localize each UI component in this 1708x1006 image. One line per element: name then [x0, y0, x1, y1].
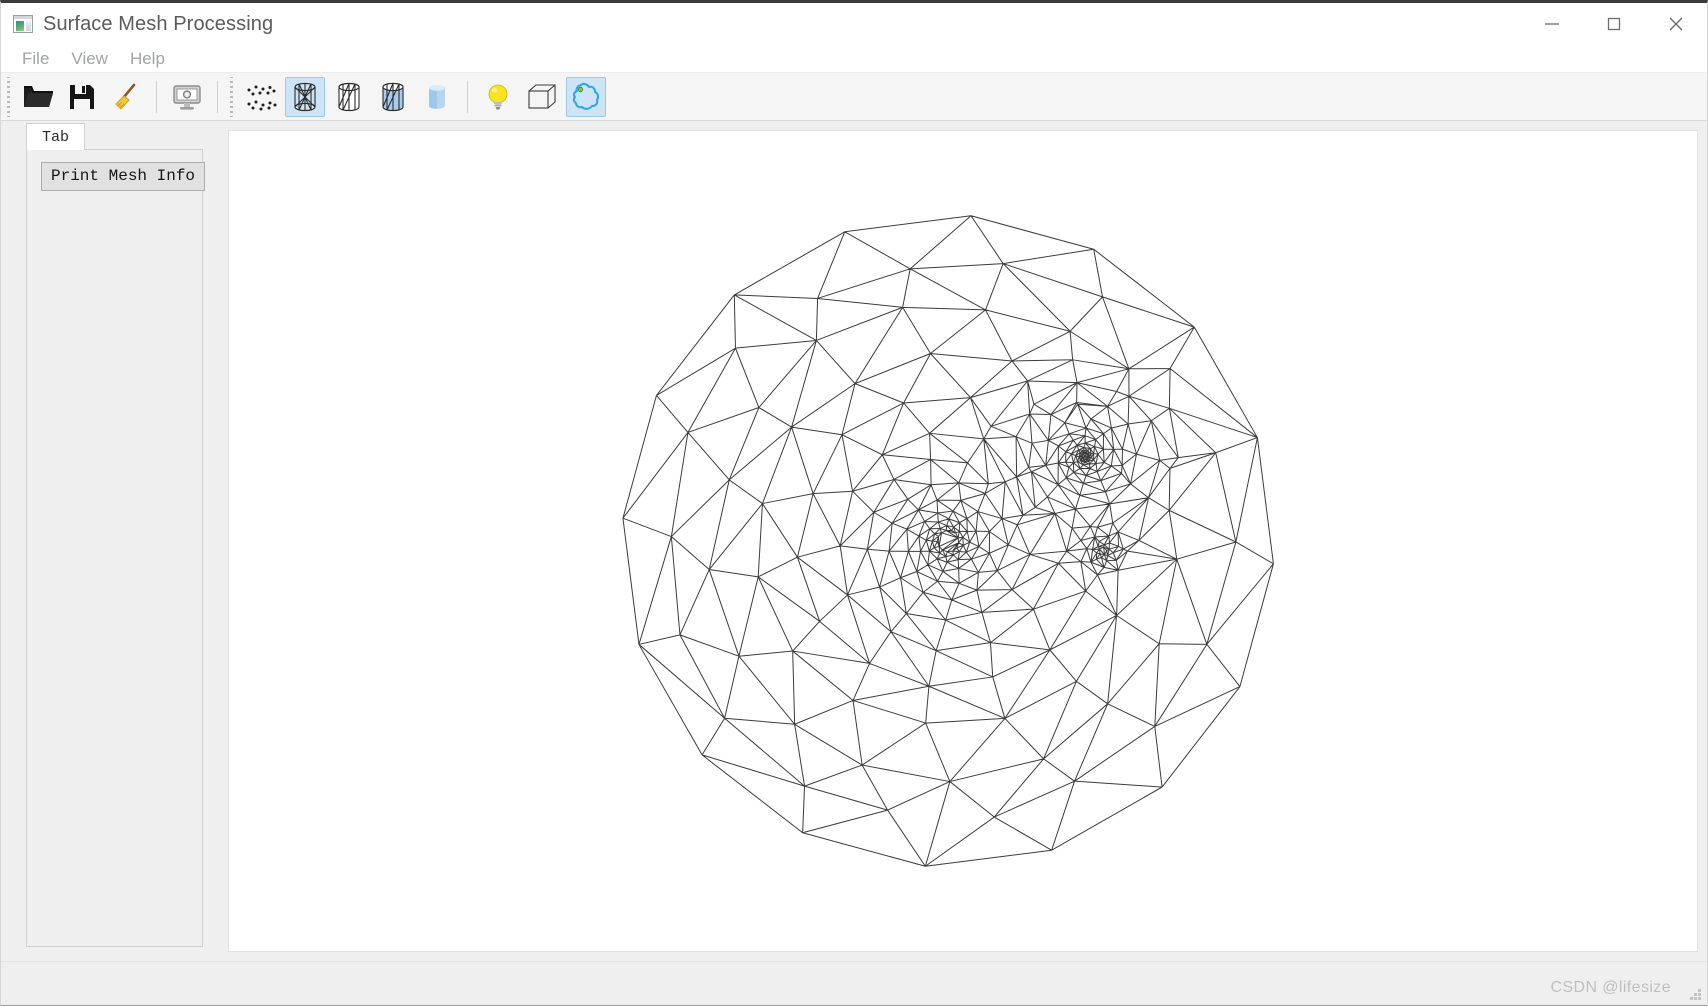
close-button[interactable]: [1645, 3, 1707, 45]
toolbar-grip-handle-2[interactable]: [228, 76, 236, 117]
app-window-icon: [13, 15, 33, 33]
lighting-button[interactable]: [478, 77, 518, 117]
toolbar-separator: [467, 80, 468, 113]
resize-grip[interactable]: [1687, 986, 1701, 1000]
maximize-button[interactable]: [1583, 3, 1645, 45]
watermark-label: CSDN @lifesize: [1550, 979, 1671, 996]
mesh-viewport[interactable]: [228, 130, 1698, 952]
boundary-button[interactable]: [566, 76, 606, 117]
clear-button[interactable]: [106, 77, 146, 117]
solid-wireframe-icon: [382, 82, 404, 111]
tab-panel-main: Print Mesh Info: [26, 149, 206, 947]
print-mesh-info-button[interactable]: Print Mesh Info: [41, 162, 206, 192]
bounding-box-button[interactable]: [522, 77, 562, 117]
toolbar-separator: [217, 80, 218, 113]
main-toolbar: [1, 73, 1707, 121]
minimize-icon: [1545, 23, 1559, 25]
open-folder-icon: [24, 85, 53, 107]
main-body: Tab Print Mesh Info: [1, 121, 1707, 961]
hidden-line-button[interactable]: [329, 77, 369, 117]
wireframe-solid-icon: [294, 82, 316, 111]
solid-wireframe-button[interactable]: [373, 77, 413, 117]
title-bar: Surface Mesh Processing: [1, 3, 1707, 45]
lightbulb-icon: [488, 84, 508, 110]
toolbar-grip-handle[interactable]: [5, 76, 13, 117]
status-bar: CSDN @lifesize: [1, 961, 1707, 1005]
boundary-contour-icon: [572, 82, 600, 110]
application-window: Surface Mesh Processing File View Help T…: [0, 0, 1708, 1006]
flat-shading-button[interactable]: [417, 77, 457, 117]
tab-widget: Tab Print Mesh Info: [26, 123, 206, 947]
tab-main[interactable]: Tab: [26, 123, 85, 150]
menu-view[interactable]: View: [60, 47, 119, 71]
bounding-box-icon: [528, 83, 556, 109]
menu-bar: File View Help: [1, 45, 1707, 73]
hidden-line-icon: [338, 82, 360, 111]
points-cloud-icon: [247, 85, 277, 110]
snapshot-button[interactable]: [167, 77, 207, 117]
mesh-wireframe-render: [241, 131, 1685, 951]
menu-help[interactable]: Help: [119, 47, 176, 71]
menu-file[interactable]: File: [11, 47, 60, 71]
tab-main-label: Tab: [41, 128, 69, 146]
minimize-button[interactable]: [1521, 3, 1583, 45]
window-title: Surface Mesh Processing: [43, 12, 274, 35]
clear-broom-icon: [115, 83, 136, 110]
tab-strip: Tab: [26, 123, 203, 150]
maximize-icon: [1607, 17, 1621, 31]
screenshot-monitor-icon: [173, 84, 201, 110]
wireframe-button[interactable]: [285, 76, 325, 117]
close-icon: [1669, 17, 1683, 31]
toolbar-separator: [156, 80, 157, 113]
open-button[interactable]: [18, 77, 58, 117]
points-button[interactable]: [241, 77, 281, 117]
save-floppy-icon: [70, 84, 94, 109]
save-button[interactable]: [62, 77, 102, 117]
solid-flat-icon: [429, 84, 445, 109]
left-dock-panel: Tab Print Mesh Info: [1, 121, 228, 961]
window-controls: [1521, 3, 1707, 45]
